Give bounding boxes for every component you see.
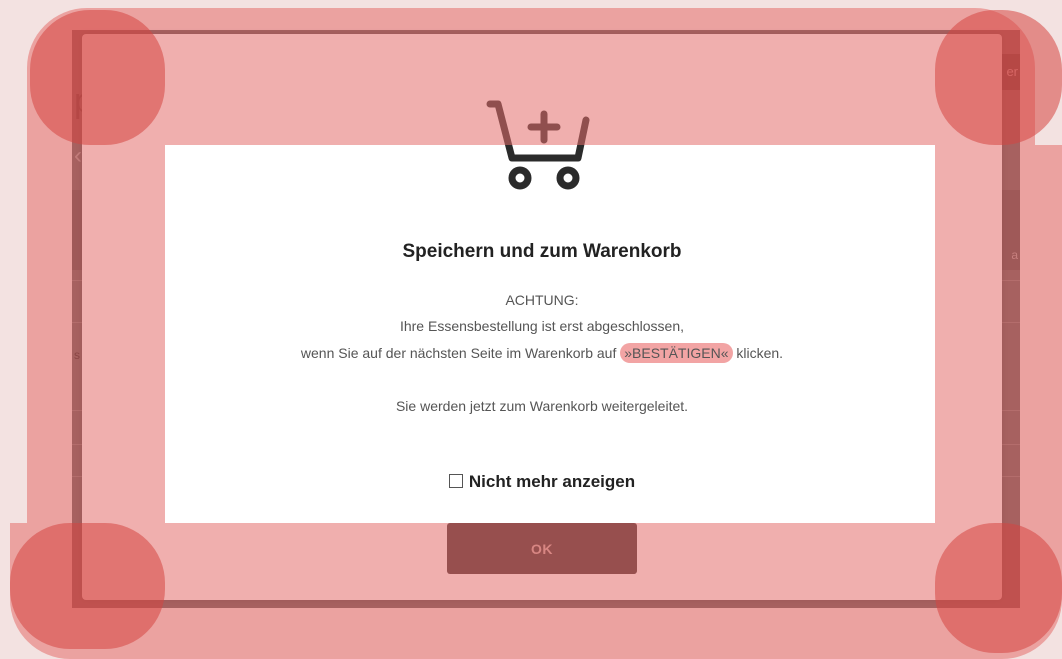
- background-back-arrow: ‹: [74, 142, 82, 169]
- warning-line-2-before: wenn Sie auf der nächsten Seite im Waren…: [300, 345, 621, 361]
- cart-plus-icon: [486, 100, 590, 190]
- dont-show-again-row[interactable]: Nicht mehr anzeigen: [82, 472, 1002, 492]
- redirect-notice: Sie werden jetzt zum Warenkorb weitergel…: [395, 398, 689, 414]
- background-side-right-label: a: [1011, 248, 1018, 262]
- warning-line-2-after: klicken.: [732, 345, 784, 361]
- confirm-keyword-highlight: »BESTÄTIGEN«: [620, 343, 733, 363]
- ok-button[interactable]: OK: [447, 523, 637, 574]
- background-side-label: s: [74, 348, 80, 362]
- dont-show-again-label[interactable]: Nicht mehr anzeigen: [469, 472, 635, 491]
- dont-show-again-checkbox[interactable]: [448, 474, 463, 488]
- warning-heading: ACHTUNG:: [505, 292, 579, 308]
- warning-line-2: wenn Sie auf der nächsten Seite im Waren…: [82, 343, 1002, 363]
- dialog-title: Speichern und zum Warenkorb: [402, 241, 682, 262]
- warning-line-1: Ihre Essensbestellung ist erst abgeschlo…: [399, 318, 685, 334]
